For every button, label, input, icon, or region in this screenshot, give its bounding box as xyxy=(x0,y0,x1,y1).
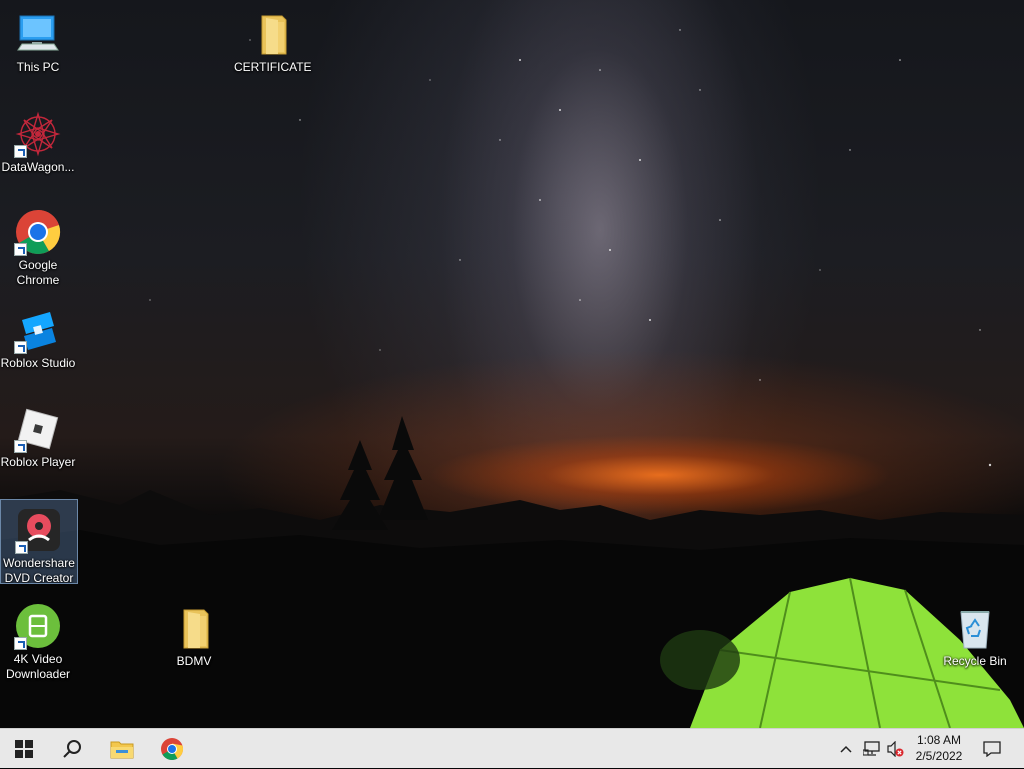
folder-icon xyxy=(248,10,296,58)
desktop-icon-label: Recycle Bin xyxy=(943,654,1007,668)
shortcut-arrow-icon xyxy=(14,243,27,256)
this-pc-icon xyxy=(14,10,62,58)
taskbar-file-explorer[interactable] xyxy=(98,729,146,769)
chevron-up-icon xyxy=(840,745,852,753)
taskbar-chrome[interactable] xyxy=(148,729,196,769)
taskbar-clock[interactable]: 1:08 AM 2/5/2022 xyxy=(904,732,974,764)
tray-network-button[interactable] xyxy=(860,729,884,769)
4k-video-downloader-icon xyxy=(14,602,62,650)
desktop-icon-label: Roblox Studio xyxy=(0,356,76,370)
desktop-icon-wondershare-dvd-creator[interactable]: Wondershare DVD Creator xyxy=(0,499,78,585)
clock-date: 2/5/2022 xyxy=(915,749,963,763)
desktop-icon-label: 4K Video Downloader xyxy=(5,652,71,681)
desktop-wallpaper xyxy=(0,0,1024,728)
tray-overflow-button[interactable] xyxy=(836,729,856,769)
desktop-icon-label: CERTIFICATE xyxy=(234,60,312,74)
action-center-button[interactable] xyxy=(978,729,1006,769)
desktop-icon-roblox-studio[interactable]: Roblox Studio xyxy=(0,300,76,372)
landscape-silhouette xyxy=(0,416,1024,728)
search-button[interactable] xyxy=(48,729,96,769)
desktop-icon-label: Wondershare DVD Creator xyxy=(3,556,75,585)
chrome-icon xyxy=(14,208,62,256)
shortcut-arrow-icon xyxy=(14,637,27,650)
tray-volume-button[interactable] xyxy=(884,729,906,769)
folder-icon xyxy=(170,604,218,652)
desktop-icon-certificate[interactable]: CERTIFICATE xyxy=(234,4,312,76)
search-icon xyxy=(63,740,81,758)
desktop-icon-label: BDMV xyxy=(176,654,212,668)
clock-time: 1:08 AM xyxy=(916,733,962,747)
datawagon-icon xyxy=(14,110,62,158)
roblox-player-icon xyxy=(14,405,62,453)
desktop-icon-label: This PC xyxy=(16,60,60,74)
wondershare-dvd-icon xyxy=(15,506,63,554)
taskbar: 1:08 AM 2/5/2022 xyxy=(0,728,1024,768)
desktop-icon-this-pc[interactable]: This PC xyxy=(0,4,76,76)
desktop-icon-label: DataWagon... xyxy=(1,160,75,174)
desktop-icon-4k-video-downloader[interactable]: 4K Video Downloader xyxy=(0,596,76,682)
desktop-icon-roblox-player[interactable]: Roblox Player xyxy=(0,399,76,471)
network-icon xyxy=(863,741,880,756)
volume-muted-icon xyxy=(887,741,904,757)
recycle-bin-icon xyxy=(951,604,999,652)
desktop-icon-label: Google Chrome xyxy=(16,258,60,287)
file-explorer-icon xyxy=(110,741,134,759)
shortcut-arrow-icon xyxy=(14,145,27,158)
chrome-icon xyxy=(161,738,184,760)
shortcut-arrow-icon xyxy=(14,440,27,453)
windows-start-icon xyxy=(15,740,33,758)
desktop-icon-google-chrome[interactable]: Google Chrome xyxy=(0,202,76,288)
desktop-icon-bdmv[interactable]: BDMV xyxy=(156,598,232,670)
notification-icon xyxy=(983,741,1001,757)
shortcut-arrow-icon xyxy=(14,341,27,354)
desktop-icon-recycle-bin[interactable]: Recycle Bin xyxy=(937,598,1013,670)
roblox-studio-icon xyxy=(14,306,62,354)
start-button[interactable] xyxy=(0,729,48,769)
shortcut-arrow-icon xyxy=(15,541,28,554)
desktop-icon-datawagon[interactable]: DataWagon... xyxy=(0,104,76,176)
desktop-icon-label: Roblox Player xyxy=(0,455,76,469)
